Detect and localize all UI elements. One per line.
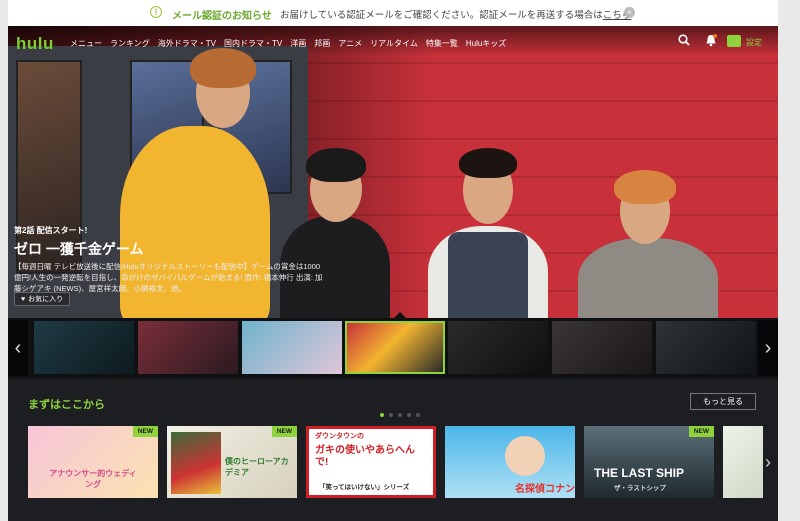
hero-thumb[interactable] — [552, 321, 652, 374]
page-dot[interactable] — [407, 413, 411, 417]
hero-thumb[interactable] — [448, 321, 548, 374]
card-title: 名探偵コナン — [515, 484, 575, 495]
page-dot[interactable] — [380, 413, 384, 417]
card-title: THE LAST SHIP — [594, 466, 685, 480]
email-verification-notice: ! メール認証のお知らせ お届けしている認証メールをご確認ください。認証メールを… — [8, 0, 778, 26]
see-more-button[interactable]: もっと見る — [690, 393, 756, 410]
hero-thumb[interactable] — [138, 321, 238, 374]
nav-hulu-kids[interactable]: Huluキッズ — [466, 38, 506, 49]
section-next-arrow[interactable]: › — [760, 426, 776, 498]
character-vest — [448, 232, 528, 318]
heart-icon: ♥ — [21, 295, 26, 303]
card-top-text: ダウンタウンの — [315, 433, 364, 440]
nav-anime[interactable]: アニメ — [338, 38, 362, 49]
nav-menu[interactable]: メニュー — [70, 38, 102, 49]
page-dot[interactable] — [398, 413, 402, 417]
hero-thumb[interactable] — [656, 321, 756, 374]
page-dot[interactable] — [416, 413, 420, 417]
notice-title: メール認証のお知らせ — [172, 11, 272, 22]
episode-label: 第2話 配信スタート! — [14, 226, 88, 235]
info-icon: ! — [150, 6, 162, 18]
close-icon[interactable]: × — [624, 7, 635, 18]
new-badge: NEW — [132, 426, 158, 437]
favorite-button[interactable]: ♥ お気に入り — [14, 292, 71, 306]
nav-features[interactable]: 特集一覧 — [426, 38, 458, 49]
strip-next-arrow[interactable]: › — [758, 320, 778, 376]
hero-thumbnail-strip: ‹ › — [8, 318, 778, 378]
hero-title[interactable]: ゼロ 一獲千金ゲーム — [14, 239, 143, 259]
card-artwork — [171, 432, 221, 494]
featured-section: まずはここから もっと見る アナウンサー的ウェディング NEW 僕のヒーローアカ… — [8, 380, 778, 521]
character-hair — [614, 170, 676, 204]
search-icon[interactable] — [678, 34, 690, 46]
content-card-partial[interactable] — [723, 426, 763, 498]
character-hair — [190, 48, 256, 88]
content-card[interactable]: 僕のヒーローアカデミア NEW — [167, 426, 297, 498]
card-title: 僕のヒーローアカデミア — [225, 457, 289, 477]
hero-thumb[interactable] — [242, 321, 342, 374]
app-frame: ! メール認証のお知らせ お届けしている認証メールをご確認ください。認証メールを… — [8, 0, 778, 521]
content-card[interactable]: ダウンタウンの ガキの使いやあらへんで! 「笑ってはいけない」シリーズ — [306, 426, 436, 498]
settings-label[interactable]: 設定 — [746, 37, 762, 48]
notice-message: お届けしている認証メールをご確認ください。認証メールを再送する場合はこちら — [280, 10, 632, 21]
new-badge: NEW — [271, 426, 297, 437]
card-artwork — [505, 436, 545, 476]
main-nav: メニュー ランキング 海外ドラマ・TV 国内ドラマ・TV 洋画 邦画 アニメ リ… — [70, 38, 506, 49]
strip-prev-arrow[interactable]: ‹ — [8, 320, 28, 376]
card-title: ガキの使いやあらへんで! — [315, 445, 415, 468]
card-subtitle: ザ・ラストシップ — [614, 485, 666, 492]
hero-thumb-active[interactable] — [345, 321, 445, 374]
character-hair — [306, 148, 366, 182]
content-card[interactable]: 名探偵コナン — [445, 426, 575, 498]
nav-domestic-drama[interactable]: 国内ドラマ・TV — [224, 38, 282, 49]
bell-icon[interactable] — [705, 34, 717, 47]
nav-ranking[interactable]: ランキング — [110, 38, 150, 49]
new-badge: NEW — [688, 426, 714, 437]
page-dot[interactable] — [389, 413, 393, 417]
section-title: まずはここから — [28, 399, 105, 411]
avatar[interactable] — [727, 35, 741, 47]
content-card[interactable]: アナウンサー的ウェディング NEW — [28, 426, 158, 498]
nav-realtime[interactable]: リアルタイム — [370, 38, 418, 49]
hero-description: 【毎週日曜 テレビ放送後に配信/Huluオリジナルストーリーも配信中】ゲームの賞… — [14, 262, 323, 293]
card-title: アナウンサー的ウェディング — [49, 469, 137, 489]
nav-overseas-drama[interactable]: 海外ドラマ・TV — [158, 38, 216, 49]
nav-western-movies[interactable]: 洋画 — [290, 38, 306, 49]
hulu-logo[interactable]: hulu — [16, 34, 54, 54]
card-subtitle: 「笑ってはいけない」シリーズ — [319, 484, 410, 491]
hero-text-block: 第2話 配信スタート! ゼロ 一獲千金ゲーム — [14, 225, 143, 259]
character-grey-jacket — [578, 238, 718, 318]
character-hair — [459, 148, 517, 178]
nav-japanese-movies[interactable]: 邦画 — [314, 38, 330, 49]
pagination-dots — [380, 413, 420, 417]
hero-thumb[interactable] — [34, 321, 134, 374]
content-card[interactable]: THE LAST SHIP ザ・ラストシップ NEW — [584, 426, 714, 498]
favorite-label: お気に入り — [28, 296, 64, 303]
